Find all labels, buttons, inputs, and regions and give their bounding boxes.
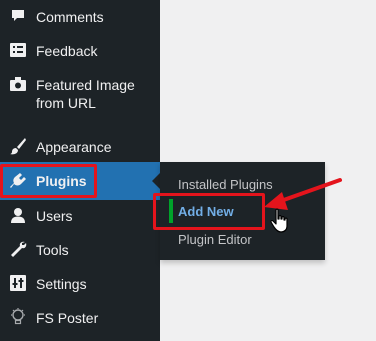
sidebar-item-tools[interactable]: Tools [0,239,160,261]
comment-icon [9,7,27,25]
highlight-box-add-new [153,193,265,230]
sidebar-item-settings[interactable]: Settings [0,273,160,295]
camera-icon [9,75,27,93]
sidebar-item-label: Appearance [36,139,112,155]
wrench-icon [9,240,27,258]
sidebar-item-label: Users [36,208,73,224]
submenu-item-installed-plugins[interactable]: Installed Plugins [178,176,273,194]
hand-cursor-icon [270,208,288,233]
user-icon [9,206,27,224]
sidebar-item-comments[interactable]: Comments [0,6,160,28]
annotation-arrow [264,178,342,210]
sidebar-item-label-line2: from URL [36,95,96,111]
sidebar-item-label: Featured Image [36,77,135,93]
sidebar-item-appearance[interactable]: Appearance [0,136,160,158]
sidebar-item-label: Settings [36,276,87,292]
sidebar-item-label: Tools [36,242,69,258]
sidebar-item-featured-image[interactable]: Featured Image from URL [0,74,160,118]
lightbulb-icon [9,308,27,326]
sidebar-item-label: FS Poster [36,310,99,326]
sidebar-item-label: Feedback [36,43,98,59]
settings-icon [9,274,27,292]
paintbrush-icon [9,137,27,155]
sidebar-item-users[interactable]: Users [0,205,160,227]
highlight-box-plugins [0,164,97,198]
sidebar-item-feedback[interactable]: Feedback [0,40,160,62]
sidebar-item-fs-poster[interactable]: FS Poster [0,307,160,329]
sidebar-item-label: Comments [36,9,104,25]
submenu-item-plugin-editor[interactable]: Plugin Editor [178,231,252,249]
active-menu-pointer [152,173,160,189]
feedback-icon [9,41,27,59]
